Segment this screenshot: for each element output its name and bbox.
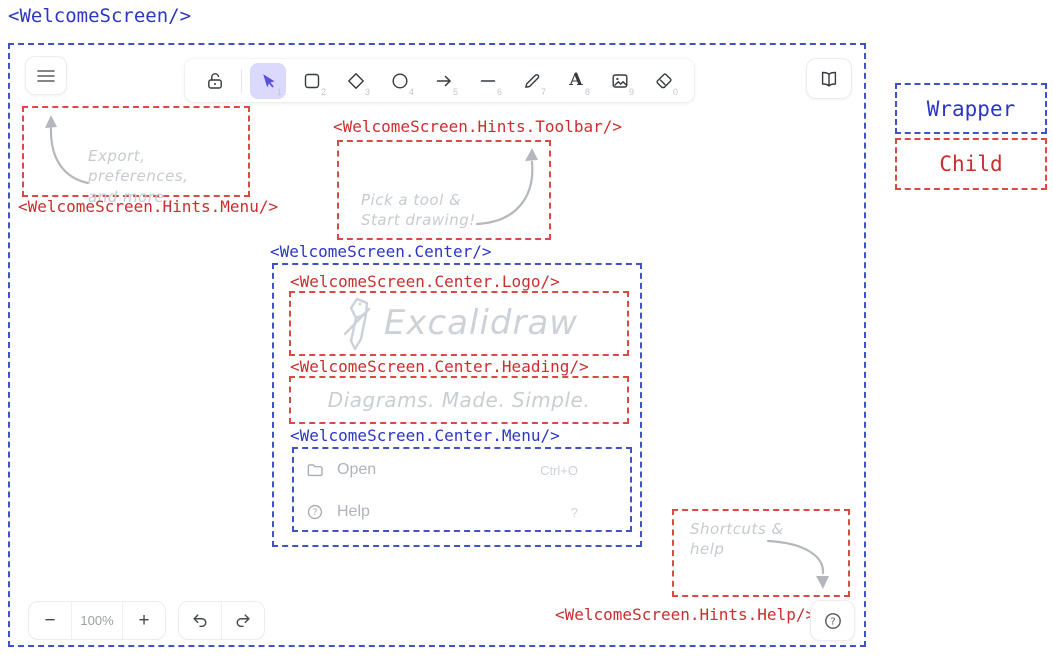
menu-item-label: Open (337, 461, 376, 479)
tool-shortcut-label: 4 (409, 87, 414, 97)
toolbar-divider (241, 69, 242, 93)
lock-open-icon (205, 71, 225, 91)
undo-icon (191, 612, 209, 630)
tool-diamond[interactable]: 3 (338, 63, 374, 99)
pencil-icon (522, 71, 542, 91)
image-icon (610, 71, 630, 91)
center-logo-box: Excalidraw (289, 291, 629, 356)
hint-toolbar-text: Pick a tool & Start drawing! (361, 190, 476, 231)
hint-help-box: Shortcuts & help (672, 509, 850, 597)
tool-eraser[interactable]: 0 (646, 63, 682, 99)
tool-rectangle[interactable]: 2 (294, 63, 330, 99)
main-menu-button[interactable] (25, 56, 67, 95)
hint-toolbar-label: <WelcomeScreen.Hints.Toolbar/> (333, 117, 622, 136)
center-logo-label: <WelcomeScreen.Center.Logo/> (290, 272, 560, 291)
text-icon: A (569, 72, 582, 89)
tool-shortcut-label: 0 (673, 87, 678, 97)
welcomescreen-title-label: <WelcomeScreen/> (8, 5, 191, 27)
hint-menu-label: <WelcomeScreen.Hints.Menu/> (18, 197, 278, 216)
line-icon (478, 71, 498, 91)
redo-button[interactable] (221, 602, 264, 639)
redo-icon (234, 612, 252, 630)
tool-shortcut-label: 3 (365, 87, 370, 97)
tool-ellipse[interactable]: 4 (382, 63, 418, 99)
center-menu-box: Open Ctrl+O ? Help ? (292, 447, 632, 532)
tool-arrow[interactable]: 5 (426, 63, 462, 99)
hint-arrow-icon (469, 144, 545, 234)
center-heading-label: <WelcomeScreen.Center.Heading/> (290, 357, 589, 376)
selection-cursor-icon (258, 71, 278, 91)
lock-button[interactable] (197, 63, 233, 99)
hamburger-menu-icon (37, 69, 55, 83)
diamond-icon (346, 71, 366, 91)
toolbar: 1 2 3 4 5 (185, 59, 694, 102)
hint-help-label: <WelcomeScreen.Hints.Help/> (555, 605, 807, 624)
arrow-icon (434, 71, 454, 91)
plus-icon: + (138, 611, 149, 630)
tool-shortcut-label: 1 (277, 87, 282, 97)
svg-text:?: ? (830, 616, 835, 627)
menu-item-shortcut: ? (571, 505, 578, 520)
legend-child-box: Child (895, 138, 1047, 190)
legend-wrapper-label: Wrapper (927, 97, 1016, 121)
hint-toolbar-box: Pick a tool & Start drawing! (337, 140, 551, 240)
question-circle-icon: ? (306, 503, 324, 521)
undo-redo-controls (178, 601, 265, 640)
rectangle-icon (302, 71, 322, 91)
menu-item-help[interactable]: ? Help ? (306, 500, 618, 524)
undo-button[interactable] (179, 602, 221, 639)
tool-shortcut-label: 5 (453, 87, 458, 97)
zoom-out-button[interactable]: − (29, 602, 71, 639)
tool-draw[interactable]: 7 (514, 63, 550, 99)
ellipse-icon (390, 71, 410, 91)
tool-selection[interactable]: 1 (250, 63, 286, 99)
zoom-controls: − 100% + (28, 601, 166, 640)
center-heading-text: Diagrams. Made. Simple. (328, 387, 590, 414)
zoom-level-value: 100% (80, 613, 113, 628)
minus-icon: − (44, 611, 55, 630)
menu-item-shortcut: Ctrl+O (540, 463, 578, 478)
excalidraw-pencil-icon (340, 296, 374, 352)
center-menu-label: <WelcomeScreen.Center.Menu/> (290, 426, 560, 445)
legend-child-label: Child (939, 152, 1002, 176)
eraser-icon (654, 71, 674, 91)
hint-help-text: Shortcuts & help (690, 519, 784, 560)
tool-shortcut-label: 9 (629, 87, 634, 97)
zoom-in-button[interactable]: + (122, 602, 165, 639)
menu-item-label: Help (337, 503, 370, 521)
tool-image[interactable]: 9 (602, 63, 638, 99)
legend-wrapper-box: Wrapper (895, 83, 1047, 134)
welcomescreen-wrapper-frame: 1 2 3 4 5 (8, 43, 866, 647)
tool-shortcut-label: 6 (497, 87, 502, 97)
hint-menu-box: Export, preferences, and more... (22, 106, 250, 197)
tool-line[interactable]: 6 (470, 63, 506, 99)
book-icon (819, 69, 839, 89)
tool-shortcut-label: 8 (585, 87, 590, 97)
center-heading-box: Diagrams. Made. Simple. (289, 376, 629, 424)
menu-item-open[interactable]: Open Ctrl+O (306, 458, 618, 482)
center-label: <WelcomeScreen.Center/> (270, 242, 492, 261)
question-circle-icon: ? (823, 611, 843, 631)
center-box: <WelcomeScreen.Center.Logo/> Excalidraw … (272, 263, 642, 547)
tool-shortcut-label: 2 (321, 87, 326, 97)
tool-shortcut-label: 7 (541, 87, 546, 97)
library-button[interactable] (806, 58, 852, 99)
help-button[interactable]: ? (810, 600, 855, 641)
zoom-level-button[interactable]: 100% (71, 602, 122, 639)
excalidraw-logo-text: Excalidraw (384, 301, 578, 347)
folder-icon (306, 461, 324, 479)
tool-text[interactable]: A 8 (558, 63, 594, 99)
svg-text:?: ? (313, 508, 318, 518)
